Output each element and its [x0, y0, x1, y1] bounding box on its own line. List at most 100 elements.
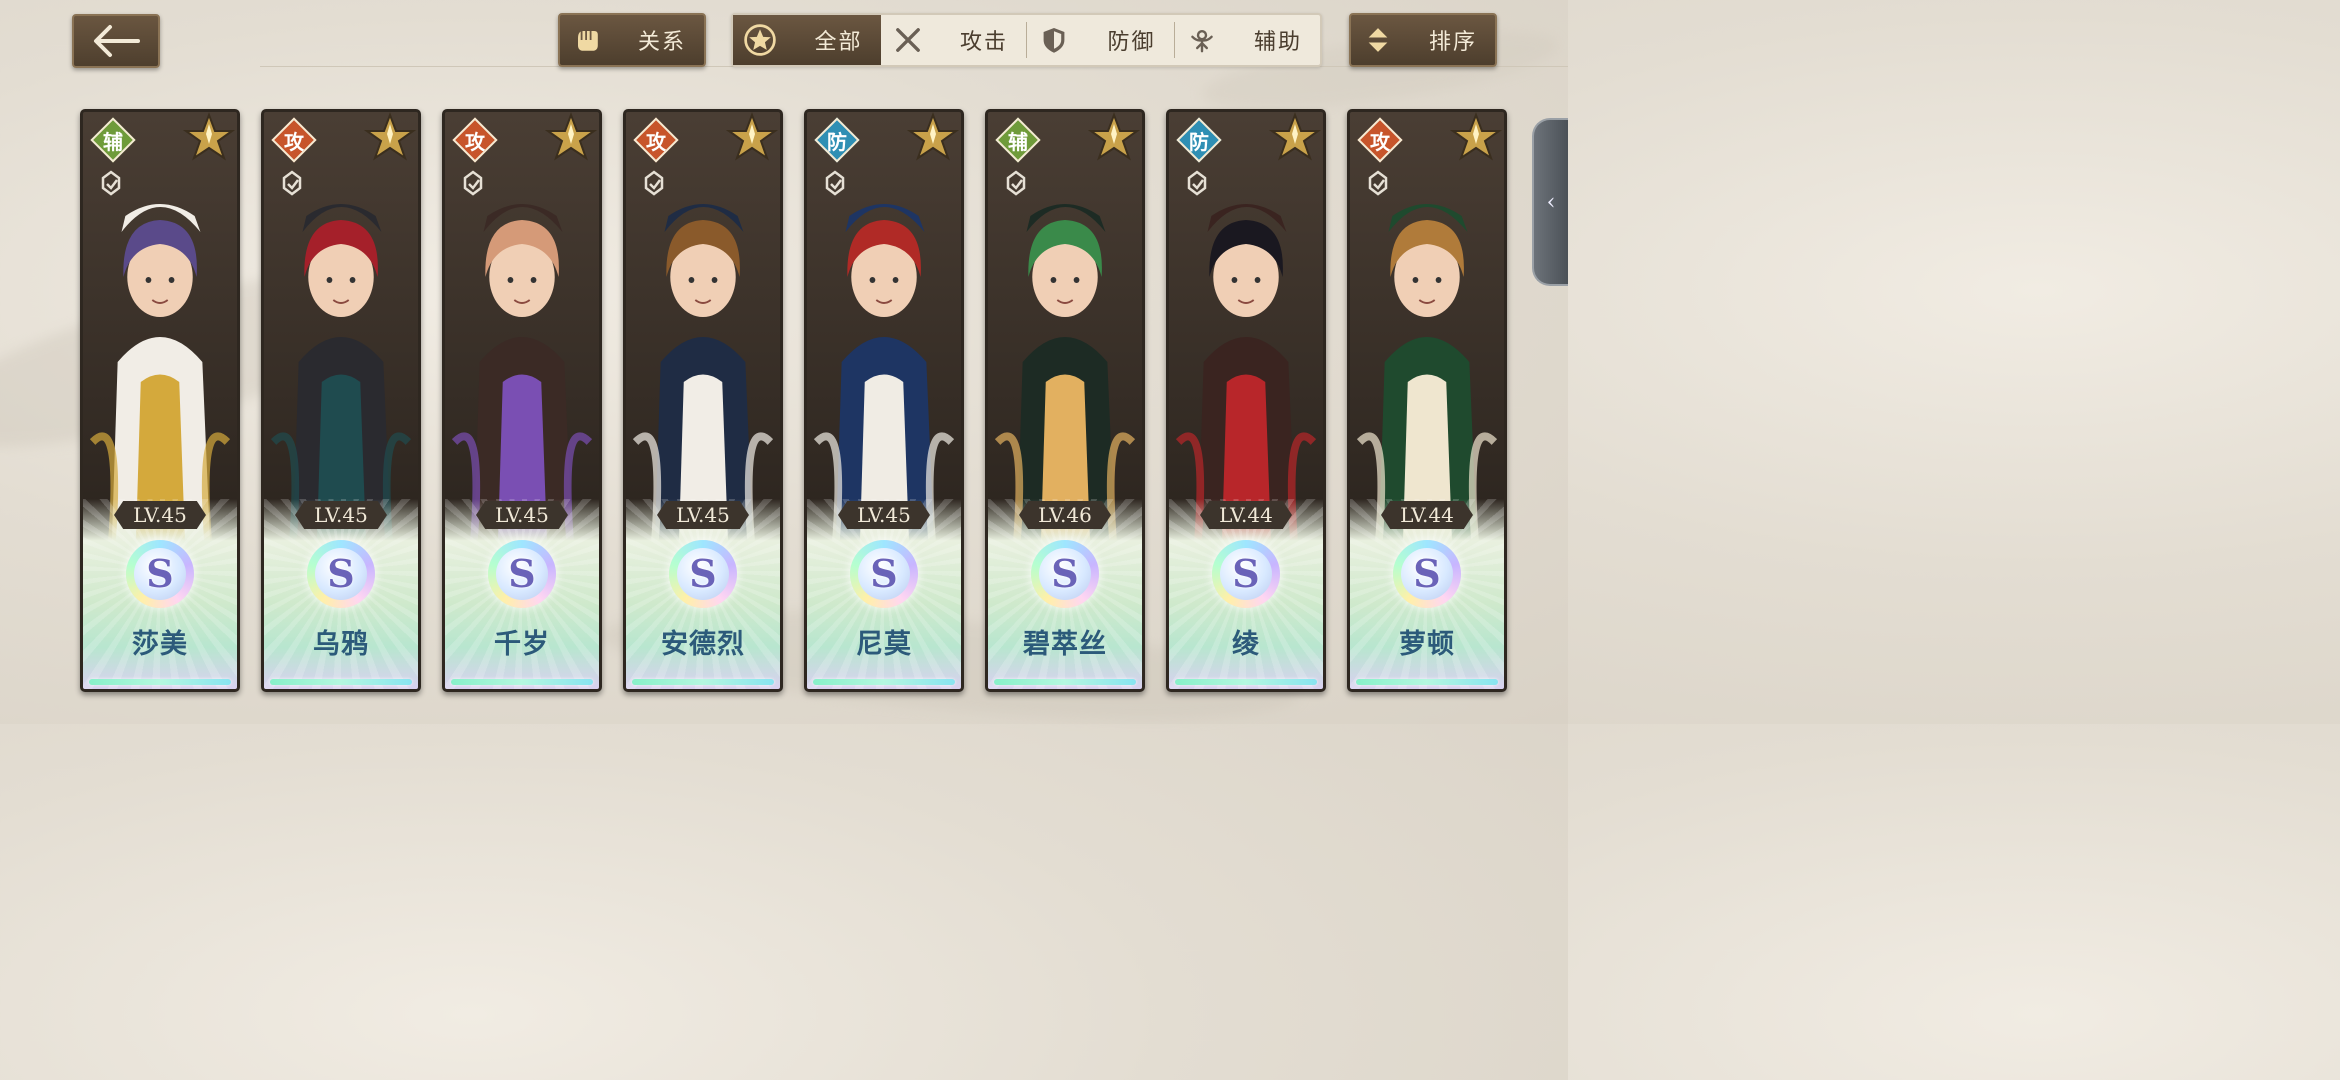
rank-letter: S	[677, 548, 729, 600]
role-label: 辅	[1008, 129, 1028, 154]
rank-medal: S	[1393, 540, 1461, 608]
level-badge: LV.46	[1019, 501, 1111, 529]
role-label: 攻	[1370, 129, 1390, 154]
character-card[interactable]: 攻 LV.45 S 乌鸦	[261, 109, 421, 692]
chevron-left-icon: ‹	[1546, 189, 1556, 215]
tab-support[interactable]: 辅助	[1175, 15, 1321, 65]
character-card[interactable]: 攻 LV.45 S 千岁	[442, 109, 602, 692]
role-badge: 攻	[633, 117, 679, 163]
filter-tabs: 全部 攻击 防御 辅助	[731, 13, 1322, 67]
back-button[interactable]	[72, 14, 160, 68]
character-card[interactable]: 辅 LV.46 S 碧萃丝	[985, 109, 1145, 692]
level-badge: LV.45	[114, 501, 206, 529]
rank-letter: S	[496, 548, 548, 600]
rank-letter: S	[1401, 548, 1453, 600]
level-badge: LV.45	[476, 501, 568, 529]
rank-medal: S	[488, 540, 556, 608]
rank-letter: S	[1220, 548, 1272, 600]
relation-label: 关系	[637, 30, 686, 55]
tab-all-label: 全部	[814, 30, 863, 55]
crossed-swords-icon	[881, 15, 935, 65]
class-emblem-icon	[825, 170, 845, 196]
character-name: 尼莫	[856, 629, 912, 660]
class-emblem-icon	[101, 170, 121, 196]
class-emblem-icon	[1006, 170, 1026, 196]
character-name: 千岁	[494, 629, 550, 660]
star-emblem-icon	[733, 15, 787, 65]
character-name: 碧萃丝	[1023, 629, 1107, 660]
character-name: 萝顿	[1399, 629, 1455, 660]
rank-letter: S	[858, 548, 910, 600]
tab-all[interactable]: 全部	[733, 15, 881, 65]
role-badge: 攻	[271, 117, 317, 163]
class-emblem-icon	[463, 170, 483, 196]
support-icon	[1175, 15, 1229, 65]
rank-medal: S	[126, 540, 194, 608]
role-label: 攻	[284, 129, 304, 154]
class-emblem-icon	[282, 170, 302, 196]
star-icon	[183, 112, 235, 161]
level-badge: LV.44	[1381, 501, 1473, 529]
rank-letter: S	[1039, 548, 1091, 600]
sort-button[interactable]: 排序	[1349, 13, 1497, 67]
role-label: 防	[1189, 129, 1209, 154]
progress-bar	[1356, 679, 1498, 685]
rank-medal: S	[669, 540, 737, 608]
level-badge: LV.45	[838, 501, 930, 529]
star-icon	[1450, 112, 1502, 161]
back-arrow-icon	[94, 25, 140, 57]
role-badge: 攻	[1357, 117, 1403, 163]
character-name: 莎美	[132, 629, 188, 660]
sort-label: 排序	[1428, 30, 1477, 55]
star-icon	[726, 112, 778, 161]
role-label: 攻	[465, 129, 485, 154]
tab-support-label: 辅助	[1253, 30, 1302, 55]
character-card[interactable]: 攻 LV.45 S 安德烈	[623, 109, 783, 692]
character-name: 乌鸦	[313, 629, 369, 660]
role-badge: 辅	[90, 117, 136, 163]
star-icon	[907, 112, 959, 161]
character-card[interactable]: 防 LV.45 S 尼莫	[804, 109, 964, 692]
character-name: 绫	[1232, 629, 1260, 660]
character-card[interactable]: 辅 LV.45 S 莎美	[80, 109, 240, 692]
rank-medal: S	[850, 540, 918, 608]
character-name: 安德烈	[661, 629, 745, 660]
star-icon	[1269, 112, 1321, 161]
level-badge: LV.44	[1200, 501, 1292, 529]
role-badge: 辅	[995, 117, 1041, 163]
rank-letter: S	[315, 548, 367, 600]
tab-defense-label: 防御	[1107, 30, 1156, 55]
star-icon	[1088, 112, 1140, 161]
level-badge: LV.45	[657, 501, 749, 529]
class-emblem-icon	[644, 170, 664, 196]
level-badge: LV.45	[295, 501, 387, 529]
rank-medal: S	[1031, 540, 1099, 608]
side-panel-toggle[interactable]: ‹	[1532, 118, 1568, 286]
progress-bar	[994, 679, 1136, 685]
role-label: 攻	[646, 129, 666, 154]
role-label: 防	[827, 129, 847, 154]
character-card[interactable]: 防 LV.44 S 绫	[1166, 109, 1326, 692]
character-card[interactable]: 攻 LV.44 S 萝顿	[1347, 109, 1507, 692]
sort-arrows-icon	[1351, 15, 1405, 65]
class-emblem-icon	[1187, 170, 1207, 196]
progress-bar	[1175, 679, 1317, 685]
tab-defense[interactable]: 防御	[1027, 15, 1174, 65]
class-emblem-icon	[1368, 170, 1388, 196]
progress-bar	[813, 679, 955, 685]
tab-attack[interactable]: 攻击	[881, 15, 1027, 65]
role-label: 辅	[103, 129, 123, 154]
fist-icon	[560, 15, 614, 65]
progress-bar	[451, 679, 593, 685]
rank-medal: S	[307, 540, 375, 608]
progress-bar	[89, 679, 231, 685]
role-badge: 攻	[452, 117, 498, 163]
role-badge: 防	[814, 117, 860, 163]
relation-button[interactable]: 关系	[558, 13, 706, 67]
shield-icon	[1027, 15, 1081, 65]
role-badge: 防	[1176, 117, 1222, 163]
rank-medal: S	[1212, 540, 1280, 608]
progress-bar	[632, 679, 774, 685]
star-icon	[364, 112, 416, 161]
star-icon	[545, 112, 597, 161]
